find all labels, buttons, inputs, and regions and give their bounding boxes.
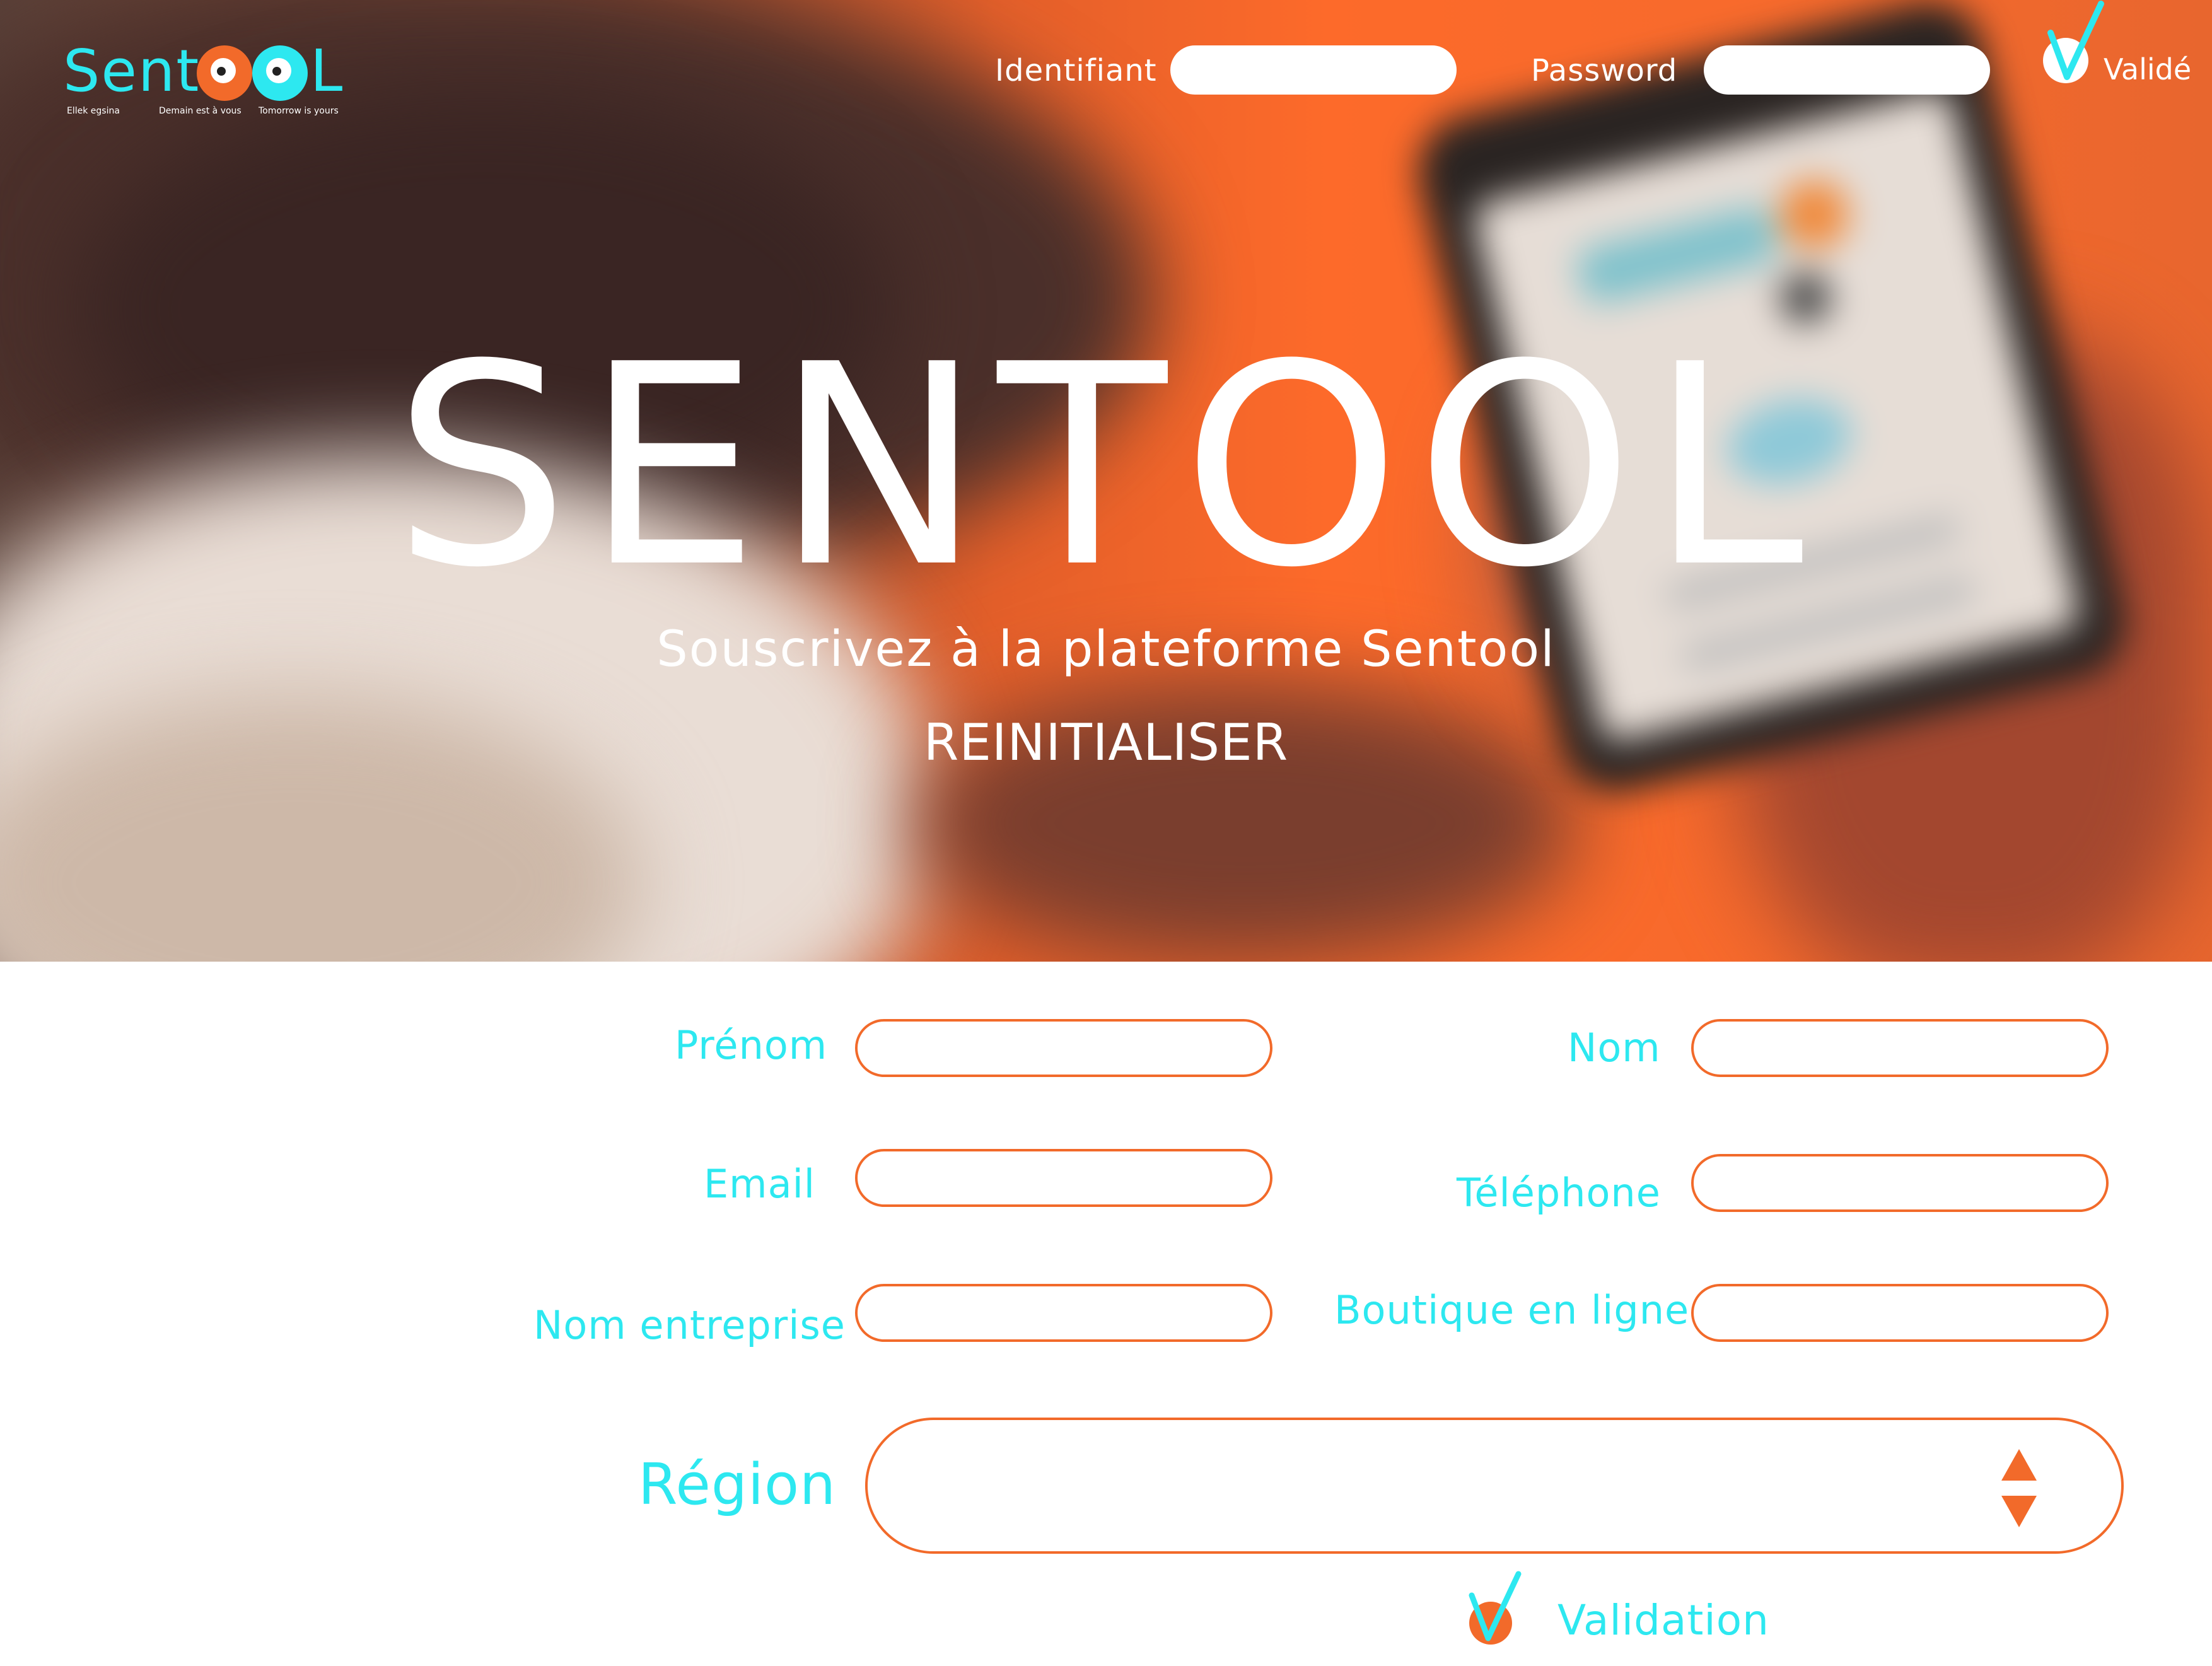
validation-button[interactable]: Validation [1557,1595,1769,1646]
logo-eye-icon [252,45,308,101]
logo-tagline: Tomorrow is yours [259,106,339,116]
sentool-logo[interactable]: Sent L Ellek egsina Demain est à vous To… [63,37,343,125]
prenom-input[interactable] [855,1019,1272,1077]
logo-text: L [310,37,343,105]
check-icon[interactable] [1465,1570,1522,1646]
logo-tagline: Demain est à vous [159,106,242,116]
region-select[interactable] [865,1418,2124,1554]
reset-button[interactable]: REINITIALISER [0,711,2212,774]
email-input[interactable] [855,1149,1272,1207]
hero-banner: Sent L Ellek egsina Demain est à vous To… [0,0,2212,962]
entreprise-label: Nom entreprise [533,1302,846,1348]
identifiant-input[interactable] [1170,45,1457,95]
region-label: Région [638,1452,837,1518]
password-label: Password [1531,53,1678,88]
entreprise-input[interactable] [855,1284,1272,1342]
logo-eye-icon [197,45,252,101]
telephone-label: Téléphone [1457,1170,1661,1216]
logo-tagline: Ellek egsina [67,106,120,116]
logo-text: Sent [63,37,201,105]
email-label: Email [704,1161,816,1207]
identifiant-label: Identifiant [995,53,1157,88]
check-icon[interactable] [2039,0,2109,88]
telephone-input[interactable] [1691,1154,2109,1212]
password-input[interactable] [1704,45,1990,95]
validate-login-button[interactable]: Validé [2104,50,2191,88]
hero-subtitle: Souscrivez à la plateforme Sentool [656,621,1556,678]
prenom-label: Prénom [675,1022,828,1068]
nom-label: Nom [1568,1025,1661,1071]
hero-title: SENTOOL [393,305,1819,628]
boutique-input[interactable] [1691,1284,2109,1342]
spinner-arrows-icon[interactable] [2000,1449,2038,1527]
boutique-label: Boutique en ligne [1334,1287,1690,1333]
nom-input[interactable] [1691,1019,2109,1077]
